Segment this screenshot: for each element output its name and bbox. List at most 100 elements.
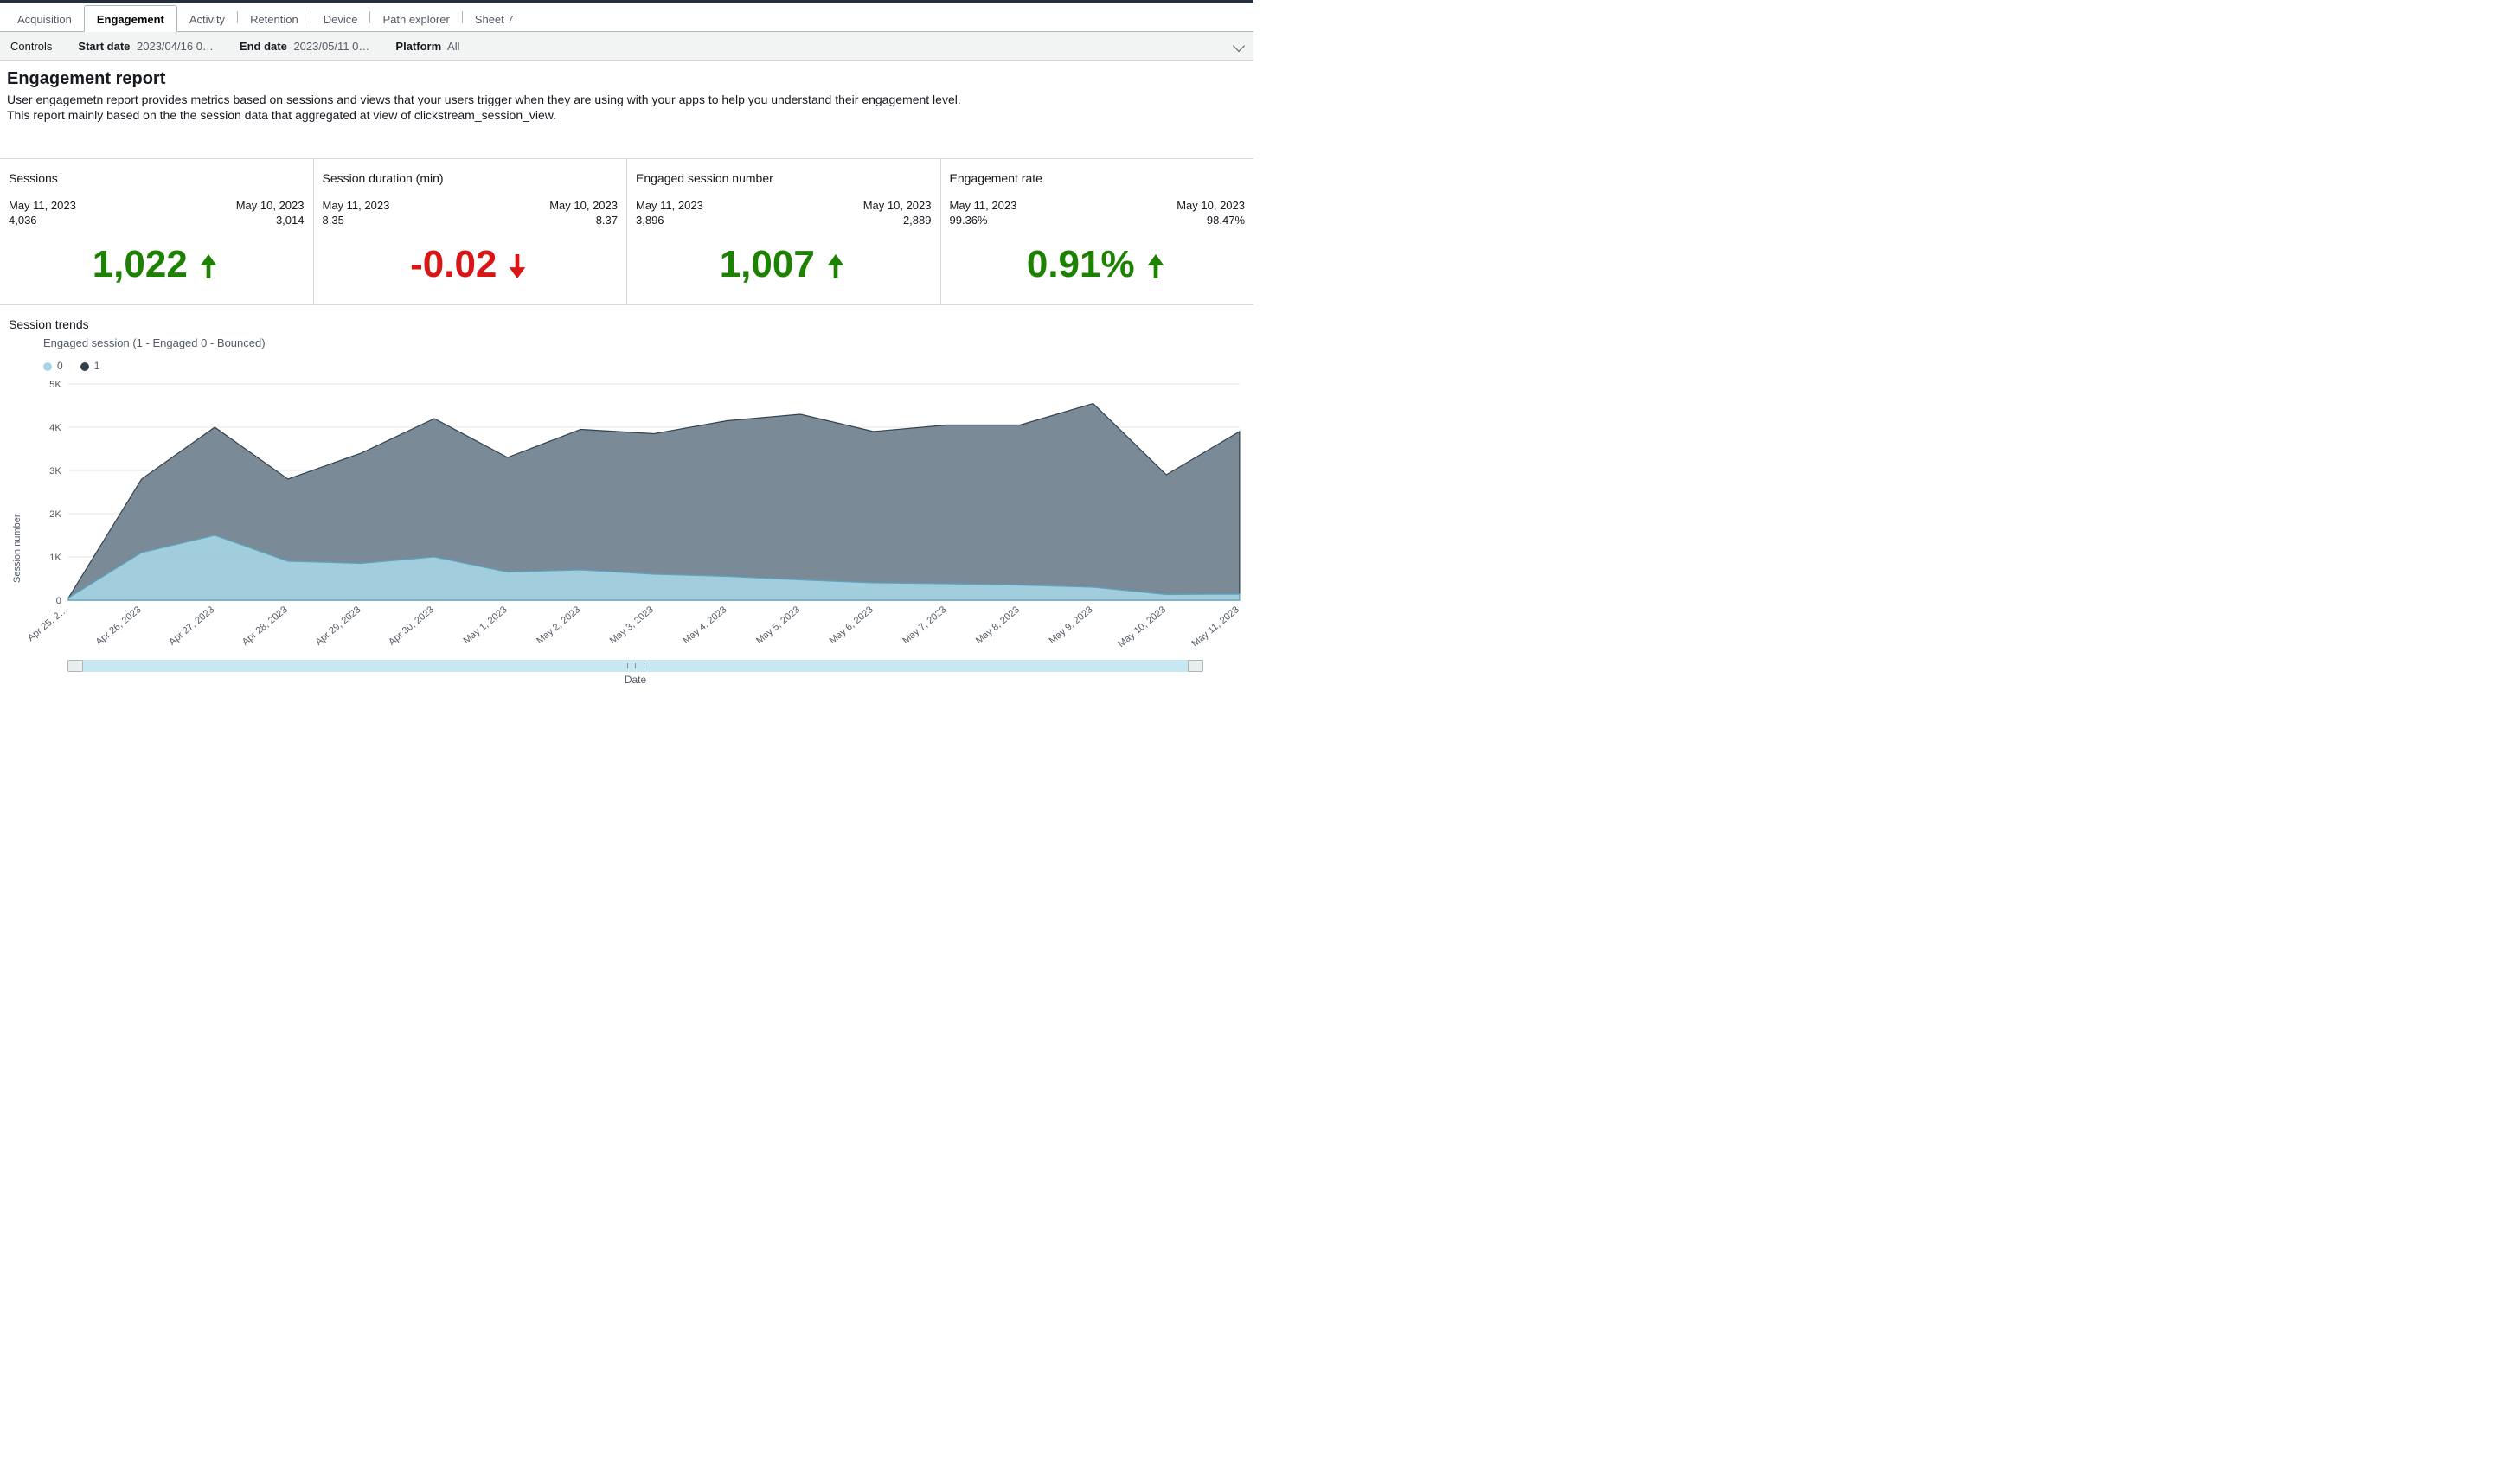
chart-subtitle: Engaged session (1 - Engaged 0 - Bounced… — [43, 336, 1245, 349]
legend-label: 0 — [57, 360, 63, 372]
kpi-dates: May 11, 2023May 10, 2023 — [323, 199, 619, 212]
svg-text:May 5, 2023: May 5, 2023 — [754, 604, 802, 646]
tab-engagement[interactable]: Engagement — [84, 5, 177, 32]
arrow-up-icon — [824, 251, 848, 282]
kpi-date-prev: May 10, 2023 — [1177, 199, 1245, 212]
controls-bar: Controls Start date 2023/04/16 0… End da… — [0, 32, 1254, 61]
chart-plot[interactable]: 01K2K3K4K5KApr 25, 2…Apr 26, 2023Apr 27,… — [26, 377, 1245, 686]
filter-value: All — [447, 40, 459, 53]
svg-text:May 4, 2023: May 4, 2023 — [681, 604, 728, 646]
kpi-delta-value: 1,007 — [720, 243, 815, 285]
kpi-value-current: 8.35 — [323, 214, 344, 227]
kpi-title: Engaged session number — [636, 171, 932, 185]
chart-y-axis-label: Session number — [9, 377, 26, 686]
chart-legend: 0 1 — [43, 360, 1245, 372]
slider-grip-icon — [627, 663, 644, 668]
svg-text:Apr 28, 2023: Apr 28, 2023 — [240, 604, 290, 648]
legend-dot-icon — [80, 362, 89, 371]
kpi-value-current: 99.36% — [950, 214, 988, 227]
legend-label: 1 — [94, 360, 100, 372]
kpi-card[interactable]: Session duration (min) May 11, 2023May 10… — [314, 159, 628, 304]
kpi-values: 99.36% 98.47% — [950, 214, 1246, 227]
chart-section: Session trends Engaged session (1 - Enga… — [0, 305, 1254, 694]
tab-retention[interactable]: Retention — [238, 6, 311, 31]
chart-range-slider[interactable] — [67, 660, 1203, 672]
arrow-down-icon — [505, 251, 529, 282]
controls-label: Controls — [10, 40, 52, 53]
filter-platform[interactable]: Platform All — [395, 40, 459, 53]
legend-item-0[interactable]: 0 — [43, 360, 63, 372]
svg-text:2K: 2K — [49, 509, 61, 520]
tabbar: Acquisition Engagement Activity Retentio… — [0, 3, 1254, 32]
svg-text:0: 0 — [56, 596, 61, 606]
expand-controls-button[interactable] — [1234, 39, 1243, 53]
filter-key: Platform — [395, 40, 441, 53]
kpi-date-prev: May 10, 2023 — [863, 199, 932, 212]
kpi-card[interactable]: SessionsMay 11, 2023May 10, 20234,0363,0… — [0, 159, 314, 304]
svg-text:May 3, 2023: May 3, 2023 — [608, 604, 656, 646]
tab-path-explorer[interactable]: Path explorer — [370, 6, 461, 31]
kpi-delta-value: 1,022 — [93, 243, 188, 285]
svg-text:May 10, 2023: May 10, 2023 — [1116, 604, 1168, 649]
tab-device[interactable]: Device — [311, 6, 370, 31]
kpi-card[interactable]: Engagement rate May 11, 2023May 10, 2023 9… — [941, 159, 1254, 304]
svg-text:Apr 30, 2023: Apr 30, 2023 — [387, 604, 436, 648]
chart-title: Session trends — [9, 317, 1245, 331]
chart-x-axis-label: Date — [26, 674, 1245, 686]
legend-dot-icon — [43, 362, 52, 371]
svg-text:5K: 5K — [49, 380, 61, 390]
kpi-delta: -0.02 — [323, 246, 619, 284]
svg-text:3K: 3K — [49, 466, 61, 477]
slider-handle-right[interactable] — [1188, 660, 1203, 672]
filter-value: 2023/05/11 0… — [293, 40, 369, 53]
page-description-2: This report mainly based on the the sess… — [7, 108, 1247, 122]
slider-handle-left[interactable] — [67, 660, 83, 672]
kpi-value-current: 4,036 — [9, 214, 37, 227]
svg-text:May 1, 2023: May 1, 2023 — [462, 604, 510, 646]
arrow-up-icon — [1144, 251, 1168, 282]
kpi-date-prev: May 10, 2023 — [236, 199, 305, 212]
kpi-values: 3,8962,889 — [636, 214, 932, 227]
kpi-delta: 1,022 — [9, 246, 305, 284]
kpi-delta-value: -0.02 — [410, 243, 497, 285]
report-header: Engagement report User engagemetn report… — [0, 61, 1254, 158]
svg-text:4K: 4K — [49, 423, 61, 433]
kpi-row: SessionsMay 11, 2023May 10, 20234,0363,0… — [0, 158, 1254, 305]
filter-end-date[interactable]: End date 2023/05/11 0… — [240, 40, 369, 53]
kpi-date-prev: May 10, 2023 — [549, 199, 618, 212]
kpi-value-prev: 8.37 — [596, 214, 618, 227]
filter-key: Start date — [78, 40, 130, 53]
tab-sheet-7[interactable]: Sheet 7 — [463, 6, 526, 31]
svg-text:May 11, 2023: May 11, 2023 — [1190, 604, 1241, 649]
svg-text:Apr 26, 2023: Apr 26, 2023 — [94, 604, 144, 648]
kpi-values: 4,036 3,014 — [9, 214, 305, 227]
kpi-value-prev: 3,014 — [276, 214, 305, 227]
kpi-delta-value: 0.91% — [1027, 243, 1135, 285]
svg-text:May 7, 2023: May 7, 2023 — [901, 604, 948, 646]
svg-text:May 2, 2023: May 2, 2023 — [535, 604, 582, 646]
kpi-title: Engagement rate — [950, 171, 1246, 185]
kpi-delta: 1,007 — [636, 246, 932, 284]
tab-acquisition[interactable]: Acquisition — [5, 6, 84, 31]
kpi-value-prev: 98.47% — [1207, 214, 1245, 227]
kpi-date-current: May 11, 2023 — [9, 199, 76, 212]
kpi-values: 8.35 8.37 — [323, 214, 619, 227]
filter-value: 2023/04/16 0… — [137, 40, 214, 53]
tab-activity[interactable]: Activity — [177, 6, 237, 31]
page-description-1: User engagemetn report provides metrics … — [7, 93, 1247, 106]
kpi-card[interactable]: Engaged session number May 11, 2023May 10… — [627, 159, 941, 304]
arrow-up-icon — [196, 251, 221, 282]
kpi-delta: 0.91% — [950, 246, 1246, 284]
kpi-dates: May 11, 2023May 10, 2023 — [636, 199, 932, 212]
svg-text:1K: 1K — [49, 553, 61, 563]
svg-text:May 9, 2023: May 9, 2023 — [1047, 604, 1094, 646]
page-title: Engagement report — [7, 69, 1247, 89]
kpi-title: Session duration (min) — [323, 171, 619, 185]
filter-key: End date — [240, 40, 287, 53]
kpi-value-current: 3,896 — [636, 214, 664, 227]
kpi-dates: May 11, 2023May 10, 2023 — [950, 199, 1246, 212]
filter-start-date[interactable]: Start date 2023/04/16 0… — [78, 40, 214, 53]
legend-item-1[interactable]: 1 — [80, 360, 100, 372]
kpi-dates: May 11, 2023 May 10, 2023 — [9, 199, 305, 212]
svg-text:Apr 27, 2023: Apr 27, 2023 — [167, 604, 216, 648]
